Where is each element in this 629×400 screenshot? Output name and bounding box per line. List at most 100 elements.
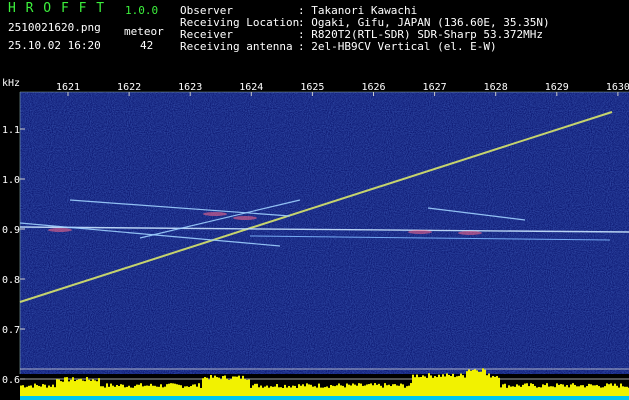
signal-bar <box>262 387 264 396</box>
signal-bar <box>258 387 260 396</box>
signal-bar <box>420 376 422 396</box>
signal-bar <box>150 383 152 396</box>
signal-bar <box>388 384 390 396</box>
signal-bar <box>384 383 386 396</box>
signal-bar <box>542 384 544 396</box>
signal-bar <box>76 379 78 396</box>
signal-bar <box>276 384 278 396</box>
signal-bar <box>118 385 120 396</box>
signal-bar <box>24 387 26 396</box>
signal-bar <box>274 386 276 396</box>
signal-bar <box>602 387 604 396</box>
signal-bar <box>544 385 546 396</box>
signal-bar <box>392 384 394 396</box>
signal-bar <box>266 385 268 396</box>
signal-bar <box>104 387 106 396</box>
signal-bar <box>206 377 208 396</box>
signal-bar <box>332 385 334 396</box>
signal-bar <box>352 383 354 396</box>
signal-bar <box>294 385 296 396</box>
signal-bar <box>438 374 440 396</box>
signal-bar <box>588 383 590 396</box>
signal-bar <box>70 379 72 396</box>
signal-bar <box>330 384 332 396</box>
signal-bar <box>532 383 534 396</box>
signal-bar <box>196 386 198 396</box>
signal-bar <box>128 385 130 396</box>
signal-bar <box>110 383 112 396</box>
signal-bar <box>426 377 428 396</box>
signal-bar <box>482 368 484 396</box>
signal-bar <box>478 371 480 396</box>
signal-bar <box>516 384 518 396</box>
signal-bar <box>86 377 88 396</box>
signal-bar <box>166 384 168 396</box>
signal-bar <box>28 385 30 396</box>
signal-bar <box>240 378 242 396</box>
signal-bar <box>220 379 222 396</box>
signal-bar <box>116 384 118 396</box>
signal-bar <box>236 376 238 396</box>
signal-bar <box>192 384 194 396</box>
signal-bar <box>580 385 582 396</box>
signal-bar <box>122 384 124 396</box>
signal-bar <box>296 387 298 396</box>
signal-bar <box>218 377 220 396</box>
signal-bar <box>250 387 252 396</box>
signal-bar <box>598 386 600 396</box>
signal-bar <box>226 378 228 396</box>
x-tick-label: 1628 <box>484 82 508 93</box>
signal-bar <box>510 386 512 396</box>
signal-bar <box>216 377 218 396</box>
y-tick-label: 0.8 <box>2 275 20 286</box>
signal-bar <box>314 386 316 396</box>
echo-highlight <box>408 230 432 234</box>
signal-bar <box>410 383 412 396</box>
y-tick-label: 1.1 <box>2 125 20 136</box>
signal-bar <box>402 384 404 396</box>
signal-bar <box>138 384 140 396</box>
signal-bar <box>626 386 628 396</box>
signal-bar <box>334 386 336 396</box>
waterfall-spectrogram: 1621 1622 1623 1624 1625 1626 1627 1628 1629 1630… <box>2 78 629 400</box>
signal-bar <box>560 384 562 396</box>
signal-bar <box>440 376 442 396</box>
signal-bar <box>96 381 98 396</box>
signal-bar <box>146 385 148 396</box>
signal-bar <box>360 383 362 396</box>
signal-bar <box>168 383 170 396</box>
signal-bar <box>486 375 488 396</box>
signal-bar <box>546 383 548 396</box>
signal-bar <box>232 376 234 396</box>
signal-bar <box>302 384 304 396</box>
x-tick-label: 1629 <box>545 82 569 93</box>
signal-bar <box>456 376 458 396</box>
signal-bar <box>210 375 212 396</box>
signal-bar <box>374 383 376 396</box>
signal-bar <box>290 387 292 396</box>
signal-bar <box>160 384 162 396</box>
signal-bar <box>378 383 380 396</box>
signal-bar <box>292 385 294 396</box>
signal-bar <box>102 386 104 396</box>
y-tick-label: 1.0 <box>2 175 20 186</box>
signal-bar <box>176 384 178 396</box>
x-tick-label: 1630 <box>606 82 629 93</box>
signal-bar <box>74 381 76 396</box>
signal-bar <box>264 386 266 396</box>
signal-bar <box>380 385 382 396</box>
signal-bar <box>376 384 378 396</box>
signal-bar <box>408 385 410 396</box>
signal-bar <box>558 384 560 396</box>
signal-bar <box>490 377 492 396</box>
signal-bar <box>346 383 348 396</box>
signal-bar <box>618 387 620 396</box>
signal-bar <box>158 386 160 396</box>
signal-bar <box>422 375 424 396</box>
y-tick-label: 0.6 <box>2 375 20 386</box>
signal-bar <box>480 371 482 396</box>
signal-bar <box>182 387 184 396</box>
signal-bar <box>94 380 96 396</box>
signal-bar <box>88 379 90 396</box>
signal-bar <box>98 378 100 396</box>
